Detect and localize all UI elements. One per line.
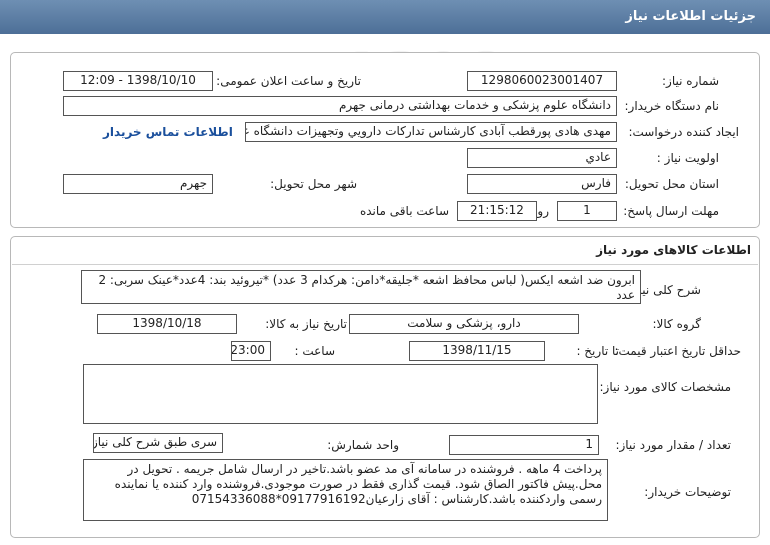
summary-field[interactable]: ابرون ضد اشعه ایکس( لباس محافظ اشعه *جلی… bbox=[81, 270, 641, 304]
time-field[interactable]: 23:00 bbox=[231, 341, 271, 361]
need-number-field[interactable]: 1298060023001407 bbox=[467, 71, 617, 91]
province-label: استان محل تحویل: bbox=[624, 177, 719, 191]
time-label: ساعت : bbox=[294, 344, 335, 358]
min-validity-label: حداقل تاریخ اعتبار قیمت: bbox=[614, 344, 741, 358]
city-field[interactable]: جهرم bbox=[63, 174, 213, 194]
priority-field[interactable]: عادي bbox=[467, 148, 617, 168]
until-date-label: تا تاریخ : bbox=[576, 344, 619, 358]
buyer-label: نام دستگاه خریدار: bbox=[624, 99, 720, 113]
specs-field[interactable] bbox=[83, 364, 598, 424]
specs-label: مشخصات کالای مورد نیاز: bbox=[599, 380, 731, 394]
until-date-field[interactable]: 1398/11/15 bbox=[409, 341, 545, 361]
priority-label: اولویت نیاز : bbox=[656, 151, 719, 165]
need-number-label: شماره نیاز: bbox=[662, 74, 719, 88]
goods-group-field[interactable]: دارو، پزشکی و سلامت bbox=[349, 314, 579, 334]
buyer-notes-label: توضیحات خریدار: bbox=[644, 485, 731, 499]
need-date-field[interactable]: 1398/10/18 bbox=[97, 314, 237, 334]
deadline-label: مهلت ارسال پاسخ: bbox=[623, 204, 719, 218]
creator-label: ایجاد کننده درخواست: bbox=[628, 125, 739, 139]
province-field[interactable]: فارس bbox=[467, 174, 617, 194]
remaining-label: ساعت باقی مانده bbox=[359, 204, 449, 218]
buyer-contact-link[interactable]: اطلاعات تماس خریدار bbox=[103, 125, 233, 139]
section-divider bbox=[12, 264, 758, 265]
need-date-label: تاریخ نیاز به کالا: bbox=[265, 317, 347, 331]
goods-section-title: اطلاعات کالاهای مورد نیاز bbox=[596, 243, 751, 257]
buyer-notes-field[interactable]: پرداخت 4 ماهه . فروشنده در سامانه آی مد … bbox=[83, 459, 608, 521]
unit-label: واحد شمارش: bbox=[327, 438, 399, 452]
announce-date-label: تاریخ و ساعت اعلان عمومی: bbox=[216, 74, 361, 88]
buyer-field[interactable]: دانشگاه علوم پزشکی و خدمات بهداشتی درمان… bbox=[63, 96, 617, 116]
creator-field[interactable]: مهدی هادی پورقطب آبادی کارشناس تداركات د… bbox=[245, 122, 617, 142]
unit-field[interactable]: سری طبق شرح کلی نیاز bbox=[93, 433, 223, 453]
deadline-days-field[interactable]: 1 bbox=[557, 201, 617, 221]
need-info-panel: شماره نیاز: 1298060023001407 تاریخ و ساع… bbox=[10, 52, 760, 228]
page-header: جزئیات اطلاعات نیاز bbox=[0, 0, 770, 34]
city-label: شهر محل تحویل: bbox=[270, 177, 357, 191]
announce-date-field[interactable]: 1398/10/10 - 12:09 bbox=[63, 71, 213, 91]
quantity-field[interactable]: 1 bbox=[449, 435, 599, 455]
goods-panel: اطلاعات کالاهای مورد نیاز شرح کلی نیاز: … bbox=[10, 236, 760, 538]
deadline-time-field[interactable]: 21:15:12 bbox=[457, 201, 537, 221]
goods-group-label: گروه کالا: bbox=[652, 317, 702, 331]
quantity-label: تعداد / مقدار مورد نیاز: bbox=[615, 438, 731, 452]
